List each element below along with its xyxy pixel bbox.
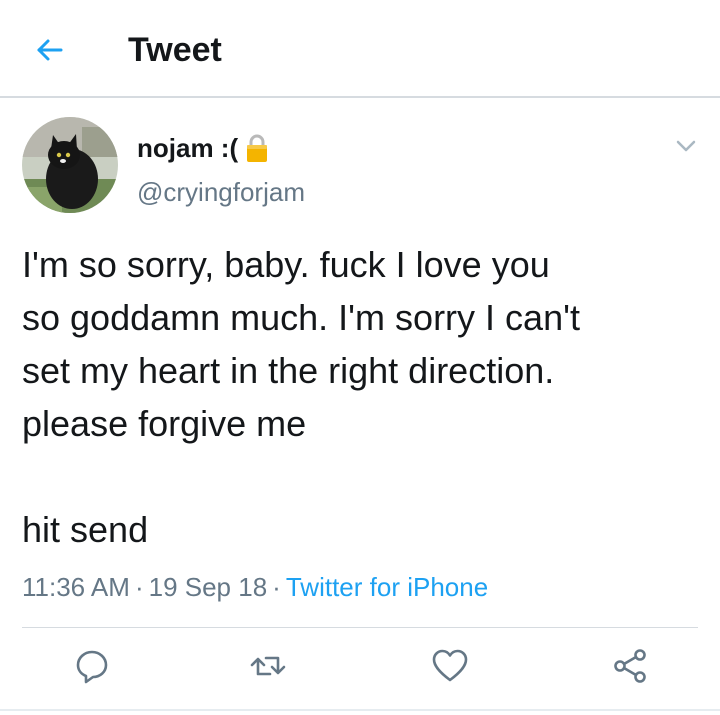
lock-icon	[246, 133, 268, 163]
meta-separator: ·	[134, 572, 144, 602]
meta-separator: ·	[272, 572, 281, 602]
author-row: nojam :(	[137, 130, 268, 166]
back-button[interactable]	[30, 30, 70, 70]
user-handle[interactable]: @cryingforjam	[137, 176, 305, 208]
top-app-bar: Tweet	[0, 0, 720, 98]
avatar[interactable]	[22, 117, 118, 213]
retweet-button[interactable]	[248, 646, 288, 686]
tweet-source-link[interactable]: Twitter for iPhone	[286, 572, 488, 602]
page-title: Tweet	[128, 31, 222, 69]
tweet-meta: 11:36 AM · 19 Sep 18 · Twitter for iPhone	[22, 570, 488, 604]
reply-button[interactable]	[72, 646, 112, 686]
share-button[interactable]	[610, 646, 650, 686]
tweet-date: 19 Sep 18	[148, 572, 268, 602]
display-name[interactable]: nojam :(	[137, 133, 238, 164]
arrow-left-icon	[37, 39, 63, 61]
retweet-icon	[250, 656, 286, 676]
black-cat-avatar	[22, 117, 118, 213]
like-icon	[432, 649, 468, 682]
tweet-time: 11:36 AM	[22, 572, 130, 602]
tweet-menu-button[interactable]	[672, 132, 700, 160]
chevron-down-icon	[676, 140, 696, 152]
bottom-divider	[0, 709, 720, 711]
divider	[22, 627, 698, 628]
like-button[interactable]	[430, 646, 470, 686]
share-icon	[614, 649, 646, 683]
tweet-text: I'm so sorry, baby. fuck I love you so g…	[22, 244, 580, 550]
reply-icon	[76, 650, 108, 684]
